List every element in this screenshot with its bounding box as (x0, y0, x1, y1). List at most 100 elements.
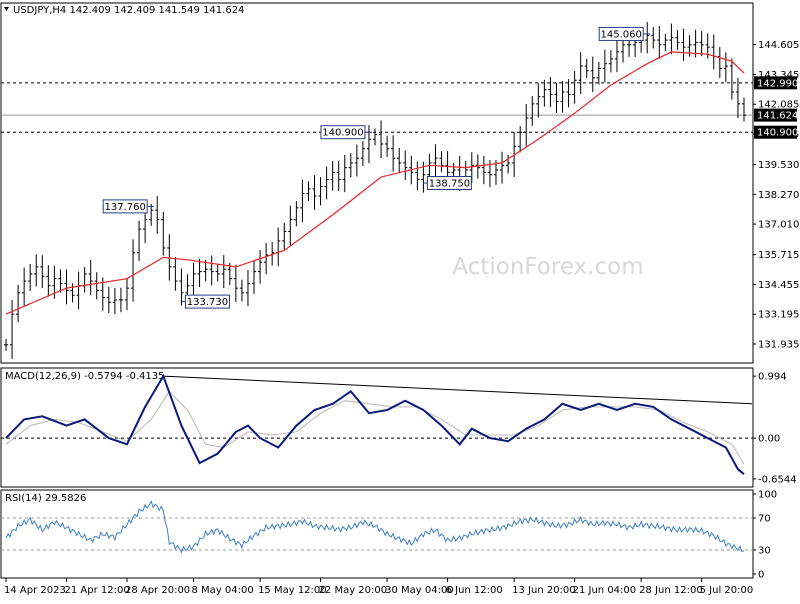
price-bar (663, 33, 668, 52)
macd-y-tick-label: 0.994 (758, 372, 787, 383)
price-bar (602, 49, 607, 83)
x-tick-label: 21 Apr 12:00 (64, 585, 129, 596)
price-bar (82, 267, 87, 293)
price-annotation: 137.760 (102, 199, 155, 214)
price-bar (717, 47, 722, 79)
price-bar (542, 79, 547, 107)
price-y-tick-label: 135.715 (758, 250, 799, 261)
rsi-y-tick-label: 0 (758, 570, 764, 581)
price-bar (536, 83, 541, 118)
price-bar (681, 28, 686, 61)
rsi-line (5, 500, 745, 554)
price-bar (263, 242, 269, 275)
macd-line (5, 373, 745, 475)
price-bar (645, 21, 650, 54)
annotation-label: 137.760 (105, 202, 146, 213)
price-y-tick-label: 138.270 (758, 190, 799, 201)
price-bar (179, 268, 184, 306)
price-bar (378, 120, 384, 159)
price-bar (282, 222, 287, 250)
price-bar (34, 254, 39, 287)
price-bar (130, 239, 136, 302)
x-tick-label: 22 May 20:00 (319, 585, 388, 596)
price-bar (560, 80, 565, 113)
price-bar (403, 150, 408, 181)
price-bar (300, 179, 305, 222)
price-bar (614, 38, 620, 73)
price-bar (336, 160, 341, 191)
price-bar (590, 56, 595, 93)
macd-y-tick-label: 0.00 (758, 434, 780, 445)
price-bar (70, 283, 75, 303)
price-bar (136, 220, 142, 262)
price-bar (209, 255, 214, 286)
price-bar (46, 265, 51, 297)
price-bar (76, 271, 81, 310)
price-bar (699, 31, 704, 57)
chart-svg: ActionForex.com144.605143.345142.085140.… (0, 2, 799, 596)
price-bars (3, 21, 747, 359)
price-bar (348, 153, 353, 178)
price-bar (415, 161, 420, 191)
price-bar (566, 79, 571, 108)
price-bar (239, 279, 245, 302)
price-bar (251, 261, 257, 294)
price-bar (342, 155, 347, 193)
price-bar (657, 26, 662, 59)
watermark-text: ActionForex.com (452, 254, 643, 280)
price-bar (3, 338, 9, 351)
price-bar (324, 166, 329, 200)
price-y-tick-label: 137.010 (758, 220, 799, 231)
price-bar (15, 284, 21, 323)
price-bar (276, 227, 281, 266)
price-level-label: 142.990 (757, 78, 798, 89)
rsi-panel-frame (0, 489, 754, 579)
price-bar (9, 300, 15, 359)
price-bar (439, 151, 444, 173)
price-annotation: 133.730 (181, 294, 230, 309)
price-bar (608, 50, 614, 73)
price-bar (397, 148, 402, 174)
x-axis: 14 Apr 202321 Apr 12:0028 Apr 20:00 8 May… (4, 578, 753, 596)
rsi-y-tick-label: 70 (758, 514, 771, 525)
x-tick-label: 28 Jun 12:00 (639, 585, 703, 596)
rsi-y-tick-label: 100 (758, 490, 777, 501)
macd-y-tick-label: -0.6544 (758, 474, 797, 485)
price-bar (651, 26, 656, 49)
price-y-tick-label: 139.530 (758, 160, 799, 171)
price-bar (499, 151, 505, 184)
price-bar (215, 264, 220, 282)
price-y-tick-label: 131.935 (758, 339, 799, 350)
price-bar (22, 267, 27, 307)
rsi-y-tick-label: 30 (758, 546, 771, 557)
price-bar (548, 77, 553, 107)
price-bar (318, 177, 323, 206)
header-triangle-icon (4, 7, 9, 11)
price-level-label: 140.900 (757, 128, 798, 139)
price-bar (372, 128, 378, 146)
x-tick-label: 13 Jun 20:00 (512, 585, 576, 596)
price-annotation: 145.060 (598, 26, 651, 41)
annotation-label: 133.730 (187, 297, 228, 308)
price-bar (124, 277, 130, 311)
price-bar (741, 97, 747, 122)
x-tick-label: 14 Apr 2023 (4, 585, 66, 596)
price-panel-frame (0, 2, 754, 364)
price-bar (64, 269, 69, 305)
chart-header-text: USDJPY,H4 142.409 142.409 141.549 141.62… (13, 5, 244, 16)
rsi-label: RSI(14) 29.5826 (5, 493, 86, 504)
price-bar (481, 155, 487, 185)
chart-root: ActionForex.com144.605143.345142.085140.… (0, 0, 800, 600)
price-bar (572, 70, 577, 104)
price-bar (330, 161, 335, 191)
price-bar (257, 249, 263, 284)
price-bar (306, 181, 311, 201)
price-bar (191, 262, 196, 298)
price-bar (530, 95, 535, 126)
price-bar (288, 205, 293, 246)
x-tick-label: 15 May 12:00 (258, 585, 327, 596)
price-bar (360, 140, 366, 166)
price-bar (366, 125, 372, 163)
price-bar (524, 103, 529, 147)
price-bar (94, 272, 99, 300)
